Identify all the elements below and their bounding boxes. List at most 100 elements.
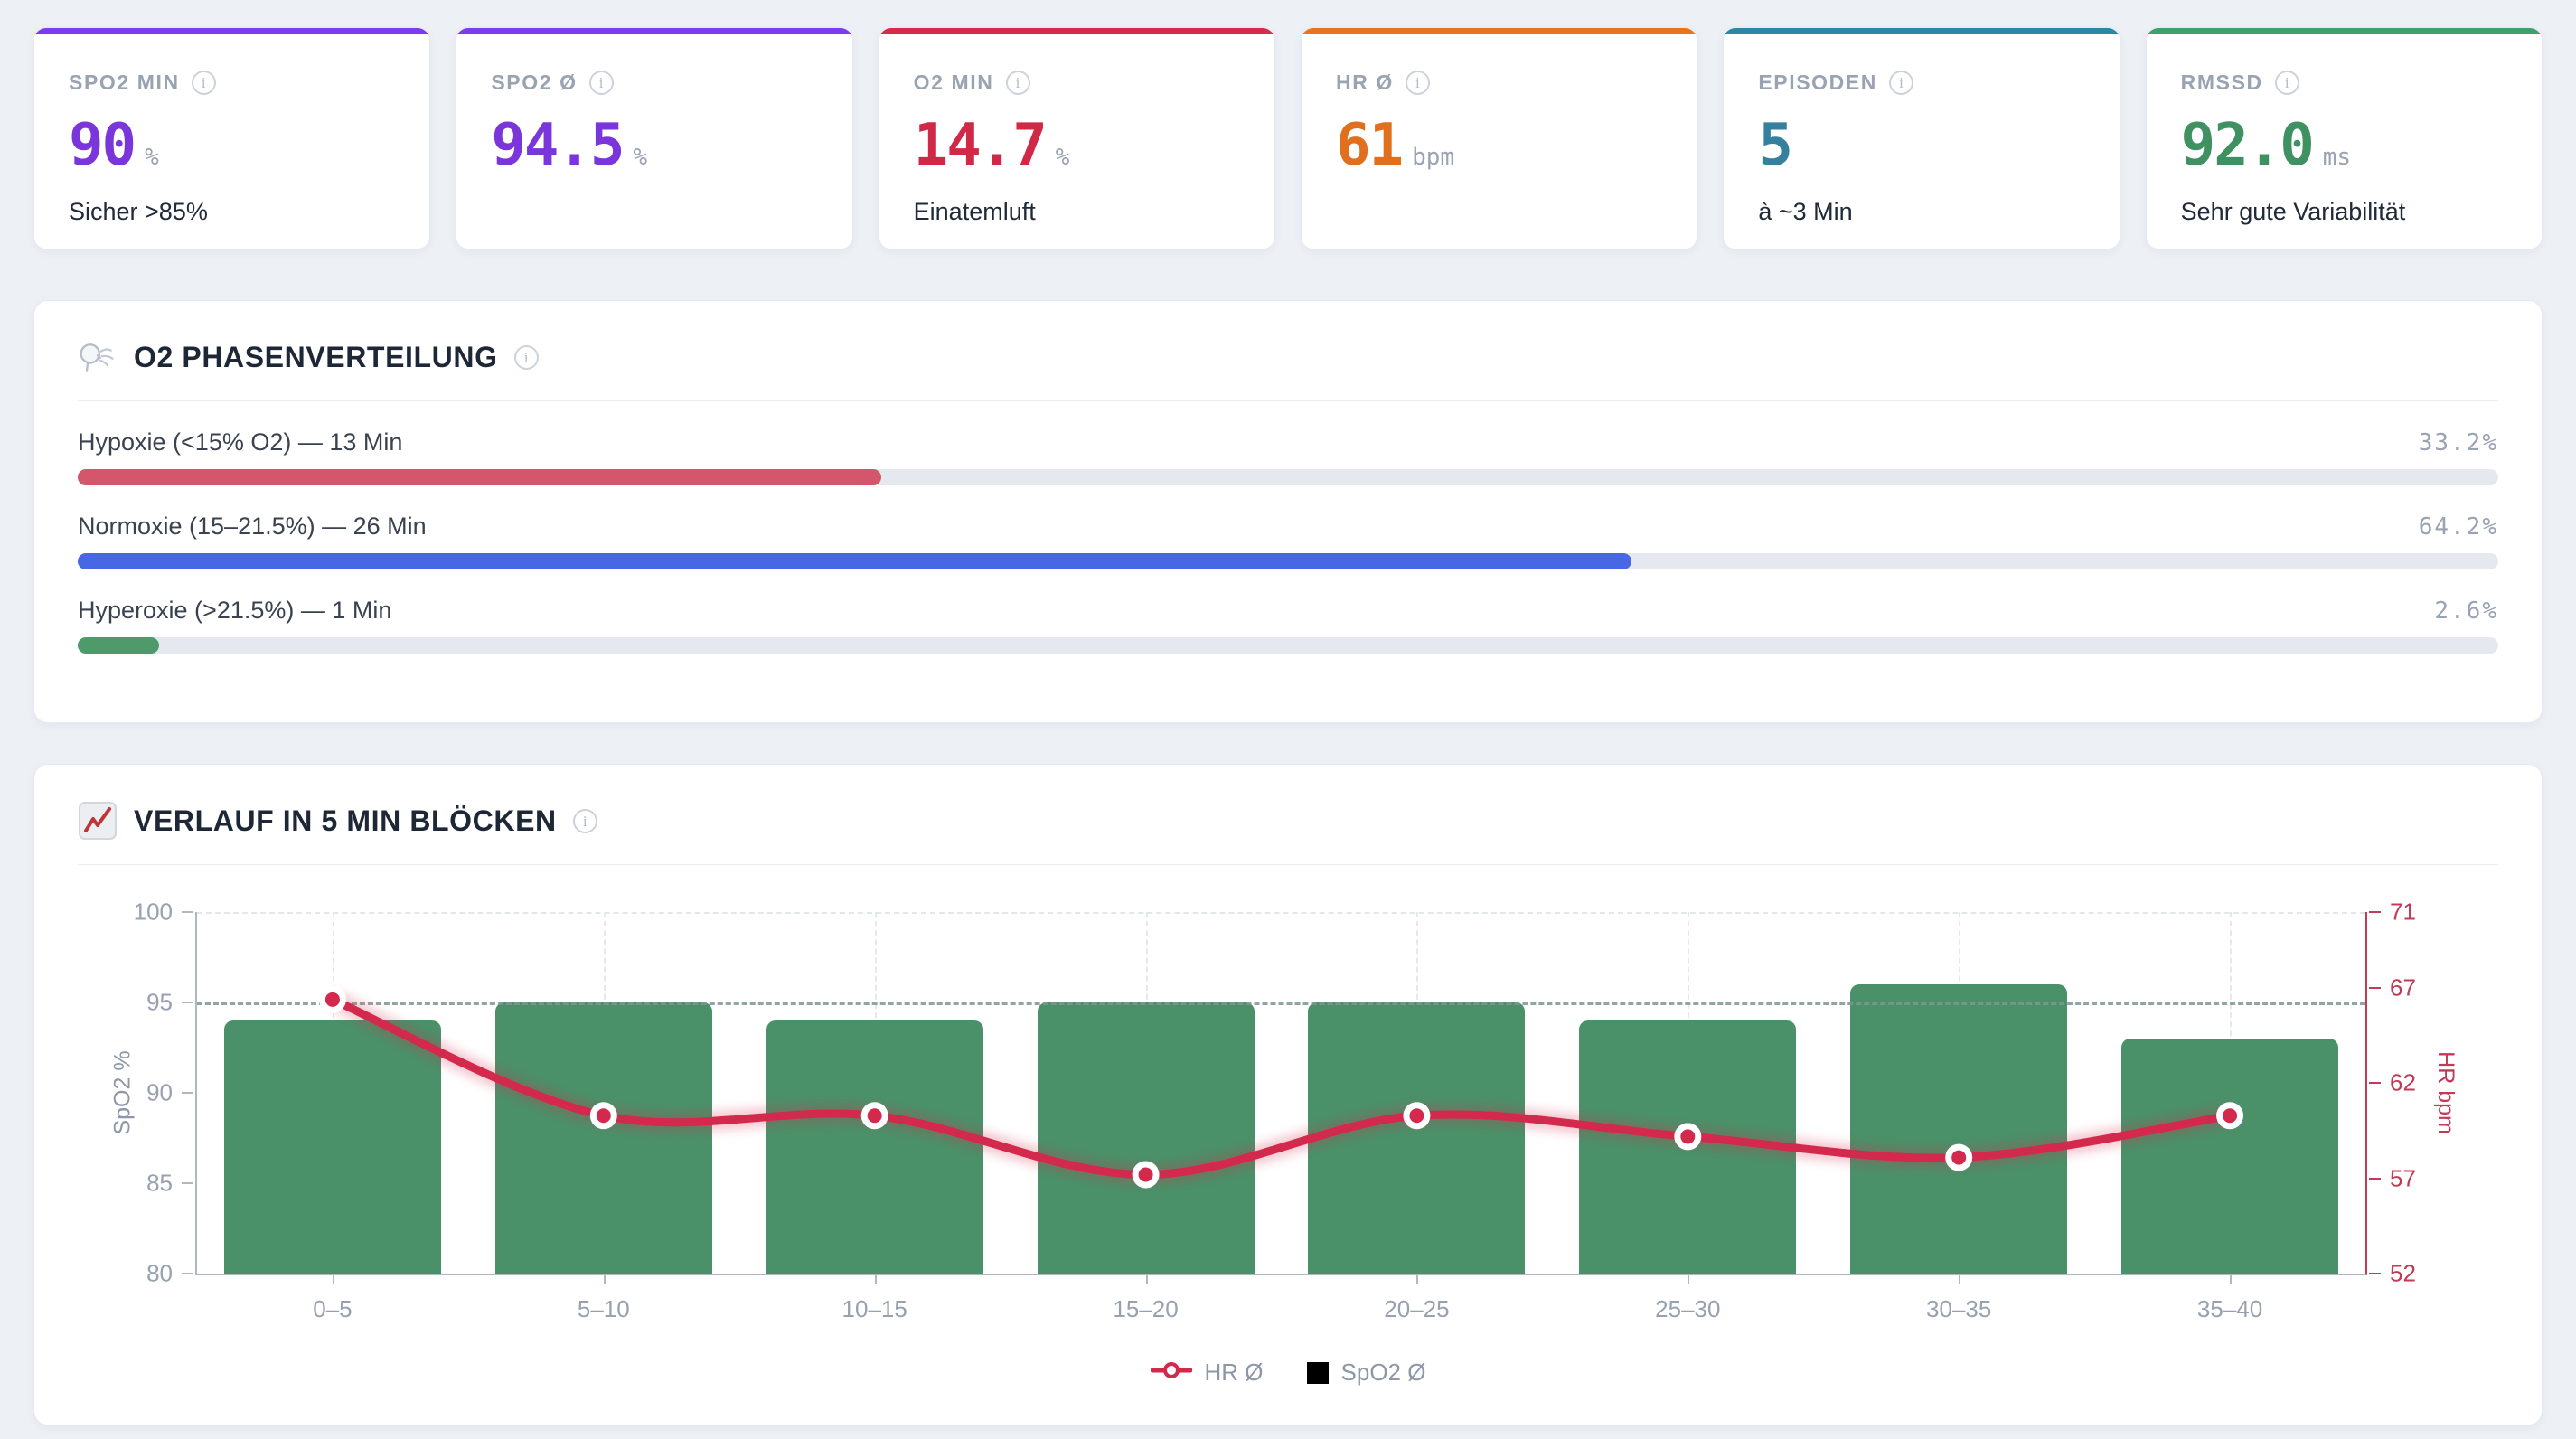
o2-phase-row: Normoxie (15–21.5%) — 26 Min 64.2% (78, 513, 2498, 569)
card-accent-bar (1302, 28, 1697, 34)
o2-phase-row: Hyperoxie (>21.5%) — 1 Min 2.6% (78, 597, 2498, 654)
hr-point (1951, 1151, 1966, 1165)
x-tick (875, 1275, 877, 1284)
o2-panel-title: O2 PHASENVERTEILUNG (134, 341, 498, 374)
card-note: Sicher >85% (69, 198, 395, 226)
dashboard: SPO2 MIN i 90 % Sicher >85% SPO2 Ø i 94.… (0, 0, 2576, 1425)
info-icon[interactable]: i (2275, 71, 2299, 95)
left-axis-tick-label: 80 (146, 1260, 173, 1288)
x-tick-label: 35–40 (2197, 1295, 2262, 1323)
x-tick (1146, 1275, 1148, 1284)
card-title: RMSSD (2181, 71, 2263, 95)
chart-plot: 0–55–1010–1515–2020–2525–3030–3535–40100… (195, 912, 2367, 1275)
card-accent-bar (879, 28, 1274, 34)
right-axis-tick (2369, 911, 2381, 913)
card-title: EPISODEN (1758, 71, 1877, 95)
line-marker-icon (1151, 1359, 1192, 1387)
x-tick (1688, 1275, 1689, 1284)
legend-item-spo2[interactable]: SpO2 Ø (1307, 1359, 1426, 1387)
left-axis-tick (182, 1092, 193, 1094)
info-icon[interactable]: i (589, 71, 614, 95)
info-icon[interactable]: i (1406, 71, 1430, 95)
stat-card: RMSSD i 92.0 ms Sehr gute Variabilität (2146, 27, 2543, 249)
hr-point (1139, 1168, 1153, 1182)
card-value: 5 (1758, 117, 1791, 174)
info-icon[interactable]: i (192, 71, 216, 95)
right-axis-tick-label: 67 (2390, 974, 2416, 1002)
o2-phase-row: Hypoxie (<15% O2) — 13 Min 33.2% (78, 428, 2498, 485)
legend-item-hr[interactable]: HR Ø (1151, 1359, 1264, 1387)
card-value: 92.0 (2181, 117, 2313, 174)
phase-percent: 33.2% (2419, 429, 2498, 456)
right-axis-tick (2369, 987, 2381, 989)
left-axis-tick (182, 1182, 193, 1184)
hr-point (597, 1108, 611, 1123)
right-axis-tick-label: 71 (2390, 898, 2416, 926)
x-tick-label: 20–25 (1384, 1295, 1449, 1323)
phase-progress-fill (78, 469, 881, 485)
chart-up-icon (78, 801, 118, 841)
legend-label: SpO2 Ø (1341, 1359, 1426, 1387)
phase-percent: 2.6% (2434, 597, 2498, 625)
x-tick-label: 5–10 (578, 1295, 630, 1323)
phase-progress-track (78, 637, 2498, 654)
right-axis-title: HR bpm (2433, 1051, 2459, 1134)
kpi-cards-row: SPO2 MIN i 90 % Sicher >85% SPO2 Ø i 94.… (33, 27, 2543, 249)
o2-phase-panel: O2 PHASENVERTEILUNG i Hypoxie (<15% O2) … (33, 300, 2543, 723)
exhale-icon (78, 337, 118, 377)
divider (78, 400, 2498, 401)
chart-legend: HR Ø SpO2 Ø (78, 1359, 2498, 1387)
left-axis-title: SpO2 % (110, 1050, 136, 1134)
hr-line-layer (197, 912, 2365, 1274)
divider (78, 864, 2498, 865)
stat-card: EPISODEN i 5 à ~3 Min (1723, 27, 2120, 249)
hr-point (325, 992, 340, 1007)
hr-point (1409, 1108, 1424, 1123)
x-tick (1959, 1275, 1960, 1284)
left-axis-tick-label: 85 (146, 1170, 173, 1198)
right-axis-tick-label: 52 (2390, 1260, 2416, 1288)
phase-progress-fill (78, 553, 1631, 569)
info-icon[interactable]: i (1006, 71, 1030, 95)
phase-label: Hyperoxie (>21.5%) — 1 Min (78, 597, 391, 625)
card-title: SPO2 Ø (491, 71, 577, 95)
x-tick-label: 0–5 (313, 1295, 352, 1323)
x-tick-label: 15–20 (1113, 1295, 1178, 1323)
x-tick-label: 30–35 (1926, 1295, 1991, 1323)
info-icon[interactable]: i (514, 345, 539, 370)
card-title: HR Ø (1336, 71, 1394, 95)
card-value: 94.5 (491, 117, 623, 174)
hr-line (333, 1000, 2230, 1175)
right-axis-tick (2369, 1273, 2381, 1274)
info-icon[interactable]: i (1889, 71, 1913, 95)
phase-progress-fill (78, 637, 159, 654)
info-icon[interactable]: i (573, 809, 597, 833)
right-axis-tick-label: 62 (2390, 1069, 2416, 1097)
phase-progress-track (78, 469, 2498, 485)
x-tick (2230, 1275, 2232, 1284)
left-axis-tick (182, 911, 193, 913)
hr-point (1680, 1129, 1695, 1143)
card-title: O2 MIN (914, 71, 994, 95)
card-value: 61 (1336, 117, 1402, 174)
stat-card: O2 MIN i 14.7 % Einatemluft (879, 27, 1275, 249)
left-axis-tick (182, 1002, 193, 1003)
card-note: Sehr gute Variabilität (2181, 198, 2507, 226)
left-axis-tick-label: 95 (146, 989, 173, 1017)
legend-label: HR Ø (1205, 1359, 1264, 1387)
phase-label: Hypoxie (<15% O2) — 13 Min (78, 428, 402, 456)
x-tick (1416, 1275, 1418, 1284)
card-unit: ms (2323, 144, 2351, 171)
stat-card: SPO2 Ø i 94.5 % (456, 27, 852, 249)
card-accent-bar (456, 28, 851, 34)
card-unit: % (1056, 144, 1070, 171)
x-tick (604, 1275, 606, 1284)
card-value: 14.7 (914, 117, 1046, 174)
card-accent-bar (2147, 28, 2542, 34)
hr-point (868, 1108, 882, 1123)
card-accent-bar (1724, 28, 2119, 34)
card-value: 90 (69, 117, 135, 174)
left-axis-tick (182, 1273, 193, 1274)
square-marker-icon (1307, 1362, 1329, 1384)
left-axis-tick-label: 100 (134, 898, 173, 926)
